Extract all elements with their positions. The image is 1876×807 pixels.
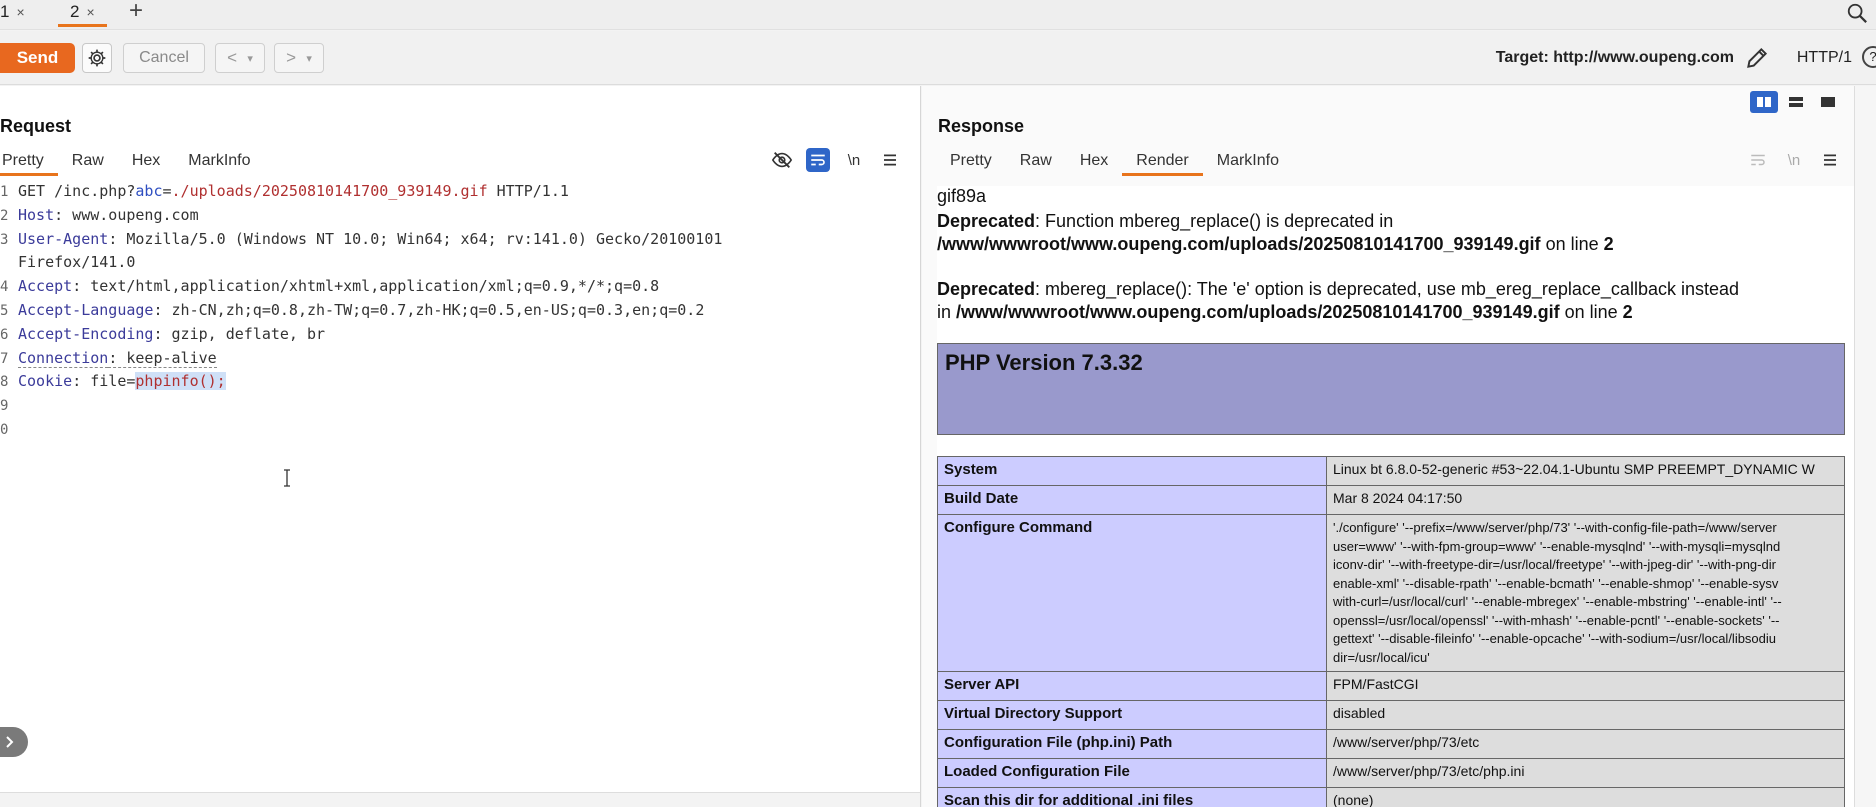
close-icon[interactable]: × xyxy=(16,0,24,27)
response-title: Response xyxy=(938,116,1025,136)
deprecation-warning: Deprecated: mbereg_replace(): The 'e' op… xyxy=(937,279,1740,322)
tab-markinfo[interactable]: MarkInfo xyxy=(174,148,264,176)
response-pane: Response Pretty Raw Hex Render MarkInfo … xyxy=(922,86,1876,807)
http-version[interactable]: HTTP/1 xyxy=(1797,49,1852,67)
request-editor[interactable]: 1 GET /inc.php?abc=./uploads/202508101417… xyxy=(0,180,920,442)
menu-icon[interactable] xyxy=(878,148,902,172)
chevron-down-icon: ▾ xyxy=(306,52,312,65)
forward-button[interactable]: > ▾ xyxy=(274,43,324,73)
target-label: Target: http://www.oupeng.com xyxy=(1495,49,1734,66)
newline-toggle[interactable]: \n xyxy=(1782,148,1806,172)
editor-line: 4 Accept: text/html,application/xhtml+xml… xyxy=(0,277,660,296)
split-columns-icon[interactable] xyxy=(1750,91,1778,113)
editor-line: 6 Accept-Encoding: gzip, deflate, br xyxy=(0,324,326,343)
editor-line: 3 User-Agent: Mozilla/5.0 (Windows NT 10.… xyxy=(0,229,723,248)
tab-pretty[interactable]: Pretty xyxy=(0,148,58,176)
response-tools: \n xyxy=(1746,148,1842,172)
editor-line: 8 Cookie: file=phpinfo(); xyxy=(0,372,226,391)
tab-hex[interactable]: Hex xyxy=(118,148,174,176)
search-icon[interactable] xyxy=(1846,2,1868,24)
cancel-button[interactable]: Cancel xyxy=(123,43,205,73)
close-icon[interactable]: × xyxy=(86,0,94,24)
table-row: Loaded Configuration File/www/server/php… xyxy=(937,758,1845,788)
scrollbar[interactable] xyxy=(1854,86,1876,807)
request-view-tabs: Pretty Raw Hex MarkInfo xyxy=(0,148,265,176)
forward-arrow-icon: > xyxy=(286,48,297,67)
tab-markinfo[interactable]: MarkInfo xyxy=(1203,148,1293,176)
settings-button[interactable] xyxy=(82,43,112,73)
table-row: System Linux bt 6.8.0-52-generic #53~22.0… xyxy=(937,456,1845,486)
request-pane: Request Pretty Raw Hex MarkInfo \n 1 GET … xyxy=(0,86,921,807)
tab-label: 2 xyxy=(70,2,80,21)
tab-raw[interactable]: Raw xyxy=(1006,148,1066,176)
table-row: Scan this dir for additional .ini files(… xyxy=(937,787,1845,807)
single-pane-icon[interactable] xyxy=(1814,91,1842,113)
response-view-tabs: Pretty Raw Hex Render MarkInfo xyxy=(936,148,1293,176)
wrap-icon[interactable] xyxy=(1746,148,1770,172)
back-button[interactable]: < ▾ xyxy=(215,43,265,73)
table-row: Build Date Mar 8 2024 04:17:50 xyxy=(937,485,1845,515)
toolbar: Send Cancel < ▾ > ▾ Target: http://www.o… xyxy=(0,31,1876,85)
eye-slash-icon[interactable] xyxy=(770,148,794,172)
chevron-right-icon xyxy=(6,736,14,748)
tab-render[interactable]: Render xyxy=(1122,148,1203,176)
split-rows-icon[interactable] xyxy=(1782,91,1810,113)
chevron-down-icon: ▾ xyxy=(247,52,253,65)
tab-hex[interactable]: Hex xyxy=(1066,148,1122,176)
request-tools: \n xyxy=(770,148,902,172)
tab-label: 1 xyxy=(0,2,10,21)
phpinfo-table: System Linux bt 6.8.0-52-generic #53~22.0… xyxy=(937,456,1845,807)
tab-pretty[interactable]: Pretty xyxy=(936,148,1006,176)
table-row: Virtual Directory Support disabled xyxy=(937,700,1845,730)
layout-toggle xyxy=(1750,91,1842,113)
expand-panel-button[interactable] xyxy=(0,727,28,757)
rendered-response: gif89a Deprecated: Function mbereg_repla… xyxy=(937,186,1862,807)
back-arrow-icon: < xyxy=(227,48,238,67)
table-row: Configuration File (php.ini) Path/www/se… xyxy=(937,729,1845,759)
deprecation-warning: Deprecated: Function mbereg_replace() is… xyxy=(937,211,1614,254)
editor-line: 7 Connection: keep-alive xyxy=(0,348,217,368)
php-version-banner: PHP Version 7.3.32 xyxy=(937,343,1845,435)
editor-bottom-bar xyxy=(0,792,920,807)
table-row: Configure Command './configure' '--prefi… xyxy=(937,514,1845,672)
add-tab-button[interactable]: + xyxy=(129,0,143,23)
table-row: Server API FPM/FastCGI xyxy=(937,671,1845,701)
tab-strip: 1 × 2 × + xyxy=(0,0,1876,30)
newline-toggle[interactable]: \n xyxy=(842,148,866,172)
request-title: Request xyxy=(0,116,72,136)
tab-2[interactable]: 2 × xyxy=(58,0,107,27)
gif-header: gif89a xyxy=(937,186,987,206)
editor-line: 2 Host: www.oupeng.com xyxy=(0,205,199,224)
selected-text: phpinfo(); xyxy=(135,372,226,391)
text-cursor-icon xyxy=(284,469,290,487)
editor-line: 1 GET /inc.php?abc=./uploads/202508101417… xyxy=(0,182,569,200)
pencil-icon[interactable] xyxy=(1744,45,1770,71)
send-button[interactable]: Send xyxy=(0,43,75,73)
php-version-title: PHP Version 7.3.32 xyxy=(945,350,1143,375)
editor-line: Firefox/141.0 xyxy=(18,253,136,272)
help-icon[interactable]: ? xyxy=(1862,46,1876,68)
tab-raw[interactable]: Raw xyxy=(58,148,118,176)
editor-line: 5 Accept-Language: zh-CN,zh;q=0.8,zh-TW;q… xyxy=(0,300,705,319)
wrap-icon[interactable] xyxy=(806,148,830,172)
editor-line: 9 xyxy=(0,398,9,415)
gear-icon xyxy=(88,49,106,67)
menu-icon[interactable] xyxy=(1818,148,1842,172)
editor-line: 0 xyxy=(0,421,9,438)
tab-1[interactable]: 1 × xyxy=(0,0,25,27)
